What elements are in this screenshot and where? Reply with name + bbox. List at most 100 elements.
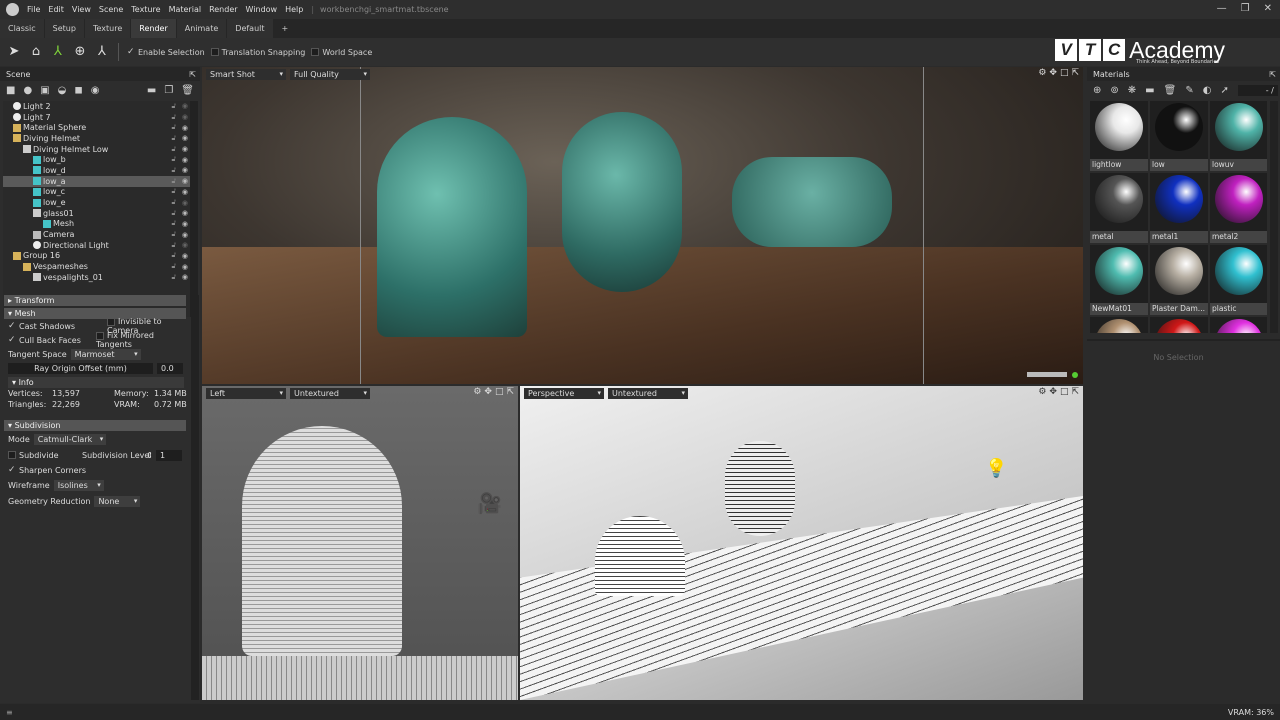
delete-icon[interactable]: 🗑 xyxy=(1164,85,1177,96)
menu-view[interactable]: View xyxy=(72,5,91,14)
select-tool-icon[interactable]: ➤ xyxy=(6,44,22,60)
subdivision-section-header[interactable]: ▾ Subdivision xyxy=(4,420,186,431)
scene-tree-item[interactable]: Diving Helmet 🔓︎ ◉ xyxy=(3,133,190,144)
scene-tree-item[interactable]: low_b 🔓︎ ◉ xyxy=(3,154,190,165)
world-space-checkbox[interactable]: World Space xyxy=(311,48,372,57)
scene-tree-item[interactable]: Group 16 🔓︎ ◉ xyxy=(3,251,190,262)
visibility-eye-icon[interactable]: ◉ xyxy=(182,145,188,153)
popout-icon[interactable]: ⇱ xyxy=(506,387,514,397)
camera-dropdown[interactable]: Perspective xyxy=(524,387,604,399)
pick-material-icon[interactable]: ✎ xyxy=(1185,85,1193,96)
tab-setup[interactable]: Setup xyxy=(44,19,84,38)
lock-icon[interactable]: 🔓︎ xyxy=(171,219,176,228)
add-object-icon[interactable]: ■ xyxy=(6,85,15,96)
menu-texture[interactable]: Texture xyxy=(131,5,160,14)
lock-icon[interactable]: 🔓︎ xyxy=(171,273,176,282)
popout-icon[interactable]: ⇱ xyxy=(1071,387,1079,397)
geometry-reduction-dropdown[interactable]: None xyxy=(94,495,141,507)
move-icon[interactable]: ✥ xyxy=(1049,68,1057,78)
rotate-tool-icon[interactable]: ⊕ xyxy=(72,44,88,60)
lock-icon[interactable]: 🔓︎ xyxy=(171,113,176,122)
scene-object-tool-icon[interactable]: ⌂ xyxy=(28,44,44,60)
material-thumbnail[interactable]: lightlow xyxy=(1090,101,1148,171)
move-tool-icon[interactable]: ⅄ xyxy=(50,44,66,60)
visibility-eye-icon[interactable]: ◉ xyxy=(182,113,188,121)
scene-tree-item[interactable]: low_d 🔓︎ ◉ xyxy=(3,165,190,176)
add-material-icon[interactable]: ⊕ xyxy=(1093,85,1101,96)
material-thumbnail[interactable]: metal1 xyxy=(1150,173,1208,243)
scene-tree-item[interactable]: Directional Light 🔓︎ ◉ xyxy=(3,240,190,251)
lock-icon[interactable]: 🔓︎ xyxy=(171,187,176,196)
delete-icon[interactable]: 🗑 xyxy=(181,85,194,96)
menu-file[interactable]: File xyxy=(27,5,40,14)
translation-snapping-checkbox[interactable]: Translation Snapping xyxy=(210,48,305,57)
camera-dropdown[interactable]: Left xyxy=(206,387,286,399)
shading-dropdown[interactable]: Untextured xyxy=(608,387,688,399)
add-sky-icon[interactable]: ◒ xyxy=(58,85,67,96)
material-thumbnail[interactable]: lowuv xyxy=(1210,101,1267,171)
duplicate-material-icon[interactable]: ⊚ xyxy=(1110,85,1118,96)
material-thumbnail[interactable] xyxy=(1150,317,1208,333)
subdivision-level-input[interactable]: 1 xyxy=(156,449,182,461)
main-viewport[interactable]: Smart Shot Full Quality ⚙✥□⇱ xyxy=(202,67,1083,384)
material-thumbnail[interactable]: plastic xyxy=(1210,245,1267,315)
visibility-eye-icon[interactable]: ◉ xyxy=(182,188,188,196)
maximize-icon[interactable]: □ xyxy=(1060,68,1069,78)
lock-icon[interactable]: 🔓︎ xyxy=(171,230,176,239)
add-material-icon[interactable]: ◉ xyxy=(91,85,100,96)
lock-icon[interactable]: 🔓︎ xyxy=(171,209,176,218)
properties-scrollbar[interactable] xyxy=(191,295,199,700)
visibility-eye-icon[interactable]: ◉ xyxy=(182,177,188,185)
sharpen-corners-checkbox[interactable]: ✓ Sharpen Corners xyxy=(8,466,86,475)
left-viewport[interactable]: 🎥 Left Untextured ⚙✥□⇱ xyxy=(202,386,518,700)
material-thumbnail[interactable]: metal xyxy=(1090,173,1148,243)
material-thumbnail[interactable]: NewMat01 xyxy=(1090,245,1148,315)
scene-tree-scrollbar[interactable] xyxy=(190,101,198,317)
add-tab-button[interactable]: + xyxy=(274,19,297,38)
shading-dropdown[interactable]: Untextured xyxy=(290,387,370,399)
move-icon[interactable]: ✥ xyxy=(1049,387,1057,397)
lock-icon[interactable]: 🔓︎ xyxy=(171,102,176,111)
move-icon[interactable]: ✥ xyxy=(484,387,492,397)
tab-animate[interactable]: Animate xyxy=(176,19,227,38)
lock-icon[interactable]: 🔓︎ xyxy=(171,123,176,132)
lock-icon[interactable]: 🔓︎ xyxy=(171,262,176,271)
visibility-eye-icon[interactable]: ◉ xyxy=(182,156,188,164)
lock-icon[interactable]: 🔓︎ xyxy=(171,251,176,260)
popout-icon[interactable]: ⇱ xyxy=(189,70,200,79)
wireframe-dropdown[interactable]: Isolines xyxy=(53,479,104,491)
popout-icon[interactable]: ⇱ xyxy=(1269,70,1280,79)
scene-tree-item[interactable]: Light 2 🔓︎ ◉ xyxy=(3,101,190,112)
visibility-eye-icon[interactable]: ◉ xyxy=(182,102,188,110)
menu-help[interactable]: Help xyxy=(285,5,303,14)
scene-tree-item[interactable]: low_e 🔓︎ ◉ xyxy=(3,197,190,208)
scene-tree-item[interactable]: glass01 🔓︎ ◉ xyxy=(3,208,190,219)
visibility-eye-icon[interactable]: ◉ xyxy=(182,220,188,228)
light-gizmo-icon[interactable]: 💡 xyxy=(985,458,1007,479)
transform-section-header[interactable]: ▸ Transform xyxy=(4,295,186,306)
material-thumbnail[interactable]: Plaster Dam... xyxy=(1150,245,1208,315)
quality-dropdown[interactable]: Full Quality xyxy=(290,68,370,80)
visibility-eye-icon[interactable]: ◉ xyxy=(182,134,188,142)
add-camera-icon[interactable]: ▣ xyxy=(40,85,49,96)
info-section-header[interactable]: ▾ Info xyxy=(8,377,184,388)
perspective-viewport[interactable]: 💡 Perspective Untextured ⚙✥□⇱ xyxy=(520,386,1083,700)
scene-tree-item[interactable]: low_a 🔓︎ ◉ xyxy=(3,175,190,187)
settings-icon[interactable]: ⚙ xyxy=(473,387,481,397)
import-material-icon[interactable]: ➚ xyxy=(1220,85,1228,96)
minimize-icon[interactable]: — xyxy=(1217,3,1227,14)
cull-back-faces-checkbox[interactable]: ✓ Cull Back Faces xyxy=(8,336,81,345)
material-thumbnail[interactable] xyxy=(1210,317,1267,333)
scene-tree-item[interactable]: Light 7 🔓︎ ◉ xyxy=(3,112,190,123)
visibility-eye-icon[interactable]: ◉ xyxy=(182,199,188,207)
export-material-icon[interactable]: ◐ xyxy=(1203,85,1212,96)
tangent-space-dropdown[interactable]: Marmoset xyxy=(70,348,141,360)
lock-icon[interactable]: 🔓︎ xyxy=(171,241,176,250)
scene-tree-item[interactable]: Vespameshes 🔓︎ ◉ xyxy=(3,261,190,272)
menu-render[interactable]: Render xyxy=(209,5,237,14)
visibility-eye-icon[interactable]: ◉ xyxy=(182,209,188,217)
scene-tree-item[interactable]: vespalights_01 🔓︎ ◉ xyxy=(3,272,190,283)
lock-icon[interactable]: 🔓︎ xyxy=(171,198,176,207)
enable-selection-checkbox[interactable]: ✓ Enable Selection xyxy=(127,48,205,57)
visibility-eye-icon[interactable]: ◉ xyxy=(182,263,188,271)
